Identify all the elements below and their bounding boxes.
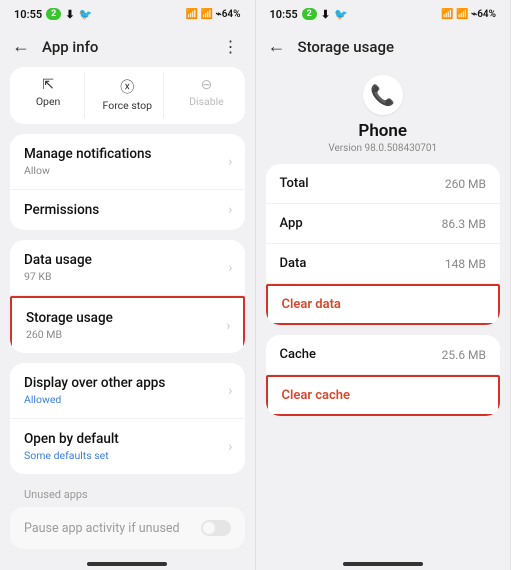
pause-app-activity-row: Pause app activity if unused bbox=[10, 507, 245, 549]
total-value: 260 MB bbox=[445, 177, 486, 191]
app-row: App 86.3 MB bbox=[266, 204, 501, 244]
storage-usage-label: Storage usage bbox=[26, 310, 229, 326]
app-info-screen: 10:55 2 ⬇ 🐦 📶 📶 ⌁64% ← App info ⋮ ⇱ Open… bbox=[0, 0, 256, 570]
cache-label: Cache bbox=[280, 347, 316, 362]
manage-notifications-item[interactable]: Manage notifications Allow › bbox=[10, 134, 245, 190]
navigation-bar[interactable] bbox=[343, 562, 423, 566]
force-stop-label: Force stop bbox=[103, 99, 152, 112]
app-name: Phone bbox=[266, 121, 501, 141]
app-actions-row: ⇱ Open ⓧ Force stop ⊖ Disable bbox=[10, 67, 245, 124]
permissions-label: Permissions bbox=[24, 202, 231, 218]
app-info-header: ← App info ⋮ bbox=[0, 28, 255, 67]
back-icon[interactable]: ← bbox=[268, 36, 286, 57]
open-button[interactable]: ⇱ Open bbox=[12, 73, 85, 118]
unused-apps-label: Unused apps bbox=[10, 484, 245, 507]
chevron-right-icon: › bbox=[228, 439, 232, 455]
storage-details-card: Total 260 MB App 86.3 MB Data 148 MB Cle… bbox=[266, 164, 501, 325]
page-title: App info bbox=[42, 38, 211, 56]
cache-card: Cache 25.6 MB Clear cache bbox=[266, 335, 501, 416]
clear-data-highlight: Clear data bbox=[266, 284, 501, 325]
notification-badge: 2 bbox=[302, 8, 317, 20]
chevron-right-icon: › bbox=[228, 383, 232, 399]
storage-usage-item[interactable]: Storage usage 260 MB › bbox=[10, 296, 245, 353]
app-value: 86.3 MB bbox=[442, 217, 486, 231]
cache-row: Cache 25.6 MB bbox=[266, 335, 501, 375]
defaults-card: Display over other apps Allowed › Open b… bbox=[10, 363, 245, 474]
open-label: Open bbox=[36, 95, 61, 108]
display-over-item[interactable]: Display over other apps Allowed › bbox=[10, 363, 245, 419]
status-right: 📶 📶 ⌁64% bbox=[441, 9, 496, 20]
pause-label: Pause app activity if unused bbox=[24, 521, 180, 536]
storage-usage-screen: 10:55 2 ⬇ 🐦 📶 📶 ⌁64% ← Storage usage 📞 P… bbox=[256, 0, 511, 570]
phone-app-icon: 📞 bbox=[363, 75, 403, 115]
status-time: 10:55 bbox=[14, 8, 42, 21]
clear-data-button[interactable]: Clear data bbox=[268, 286, 499, 323]
disable-label: Disable bbox=[189, 95, 224, 108]
twitter-icon: 🐦 bbox=[334, 8, 348, 21]
navigation-bar[interactable] bbox=[87, 562, 167, 566]
page-title: Storage usage bbox=[298, 38, 499, 56]
force-stop-icon: ⓧ bbox=[91, 77, 163, 97]
data-value: 148 MB bbox=[445, 257, 486, 271]
data-row: Data 148 MB bbox=[266, 244, 501, 284]
data-usage-item[interactable]: Data usage 97 KB › bbox=[10, 240, 245, 296]
open-by-default-sub: Some defaults set bbox=[24, 449, 231, 462]
storage-header: ← Storage usage bbox=[256, 28, 511, 67]
back-icon[interactable]: ← bbox=[12, 36, 30, 57]
data-usage-sub: 97 KB bbox=[24, 270, 231, 283]
notifications-card: Manage notifications Allow › Permissions… bbox=[10, 134, 245, 230]
status-right: 📶 📶 ⌁64% bbox=[186, 9, 241, 20]
data-label: Data bbox=[280, 256, 307, 271]
disable-button: ⊖ Disable bbox=[170, 73, 242, 118]
display-over-sub: Allowed bbox=[24, 393, 231, 406]
manage-notifications-sub: Allow bbox=[24, 164, 231, 177]
chevron-right-icon: › bbox=[228, 154, 232, 170]
chevron-right-icon: › bbox=[228, 260, 232, 276]
force-stop-button[interactable]: ⓧ Force stop bbox=[91, 73, 164, 118]
display-over-label: Display over other apps bbox=[24, 375, 231, 391]
app-version: Version 98.0.508430701 bbox=[266, 143, 501, 154]
twitter-icon: 🐦 bbox=[79, 8, 93, 21]
total-label: Total bbox=[280, 176, 309, 191]
open-by-default-label: Open by default bbox=[24, 431, 231, 447]
notification-badge: 2 bbox=[46, 8, 61, 20]
disable-icon: ⊖ bbox=[170, 77, 242, 93]
status-bar: 10:55 2 ⬇ 🐦 📶 📶 ⌁64% bbox=[256, 0, 511, 28]
total-row: Total 260 MB bbox=[266, 164, 501, 204]
pause-toggle[interactable] bbox=[201, 520, 231, 536]
more-icon[interactable]: ⋮ bbox=[223, 37, 243, 56]
chevron-right-icon: › bbox=[226, 318, 230, 334]
storage-usage-sub: 260 MB bbox=[26, 328, 229, 341]
open-by-default-item[interactable]: Open by default Some defaults set › bbox=[10, 419, 245, 474]
data-usage-label: Data usage bbox=[24, 252, 231, 268]
status-time: 10:55 bbox=[270, 8, 298, 21]
usage-card: Data usage 97 KB › Storage usage 260 MB … bbox=[10, 240, 245, 353]
app-label: App bbox=[280, 216, 303, 231]
download-icon: ⬇ bbox=[65, 8, 74, 21]
open-icon: ⇱ bbox=[12, 77, 84, 93]
manage-notifications-label: Manage notifications bbox=[24, 146, 231, 162]
cache-value: 25.6 MB bbox=[442, 348, 486, 362]
app-hero: 📞 Phone Version 98.0.508430701 bbox=[266, 67, 501, 164]
permissions-item[interactable]: Permissions › bbox=[10, 190, 245, 230]
chevron-right-icon: › bbox=[228, 202, 232, 218]
clear-cache-highlight: Clear cache bbox=[266, 375, 501, 416]
clear-cache-button[interactable]: Clear cache bbox=[268, 377, 499, 414]
status-bar: 10:55 2 ⬇ 🐦 📶 📶 ⌁64% bbox=[0, 0, 255, 28]
download-icon: ⬇ bbox=[321, 8, 330, 21]
